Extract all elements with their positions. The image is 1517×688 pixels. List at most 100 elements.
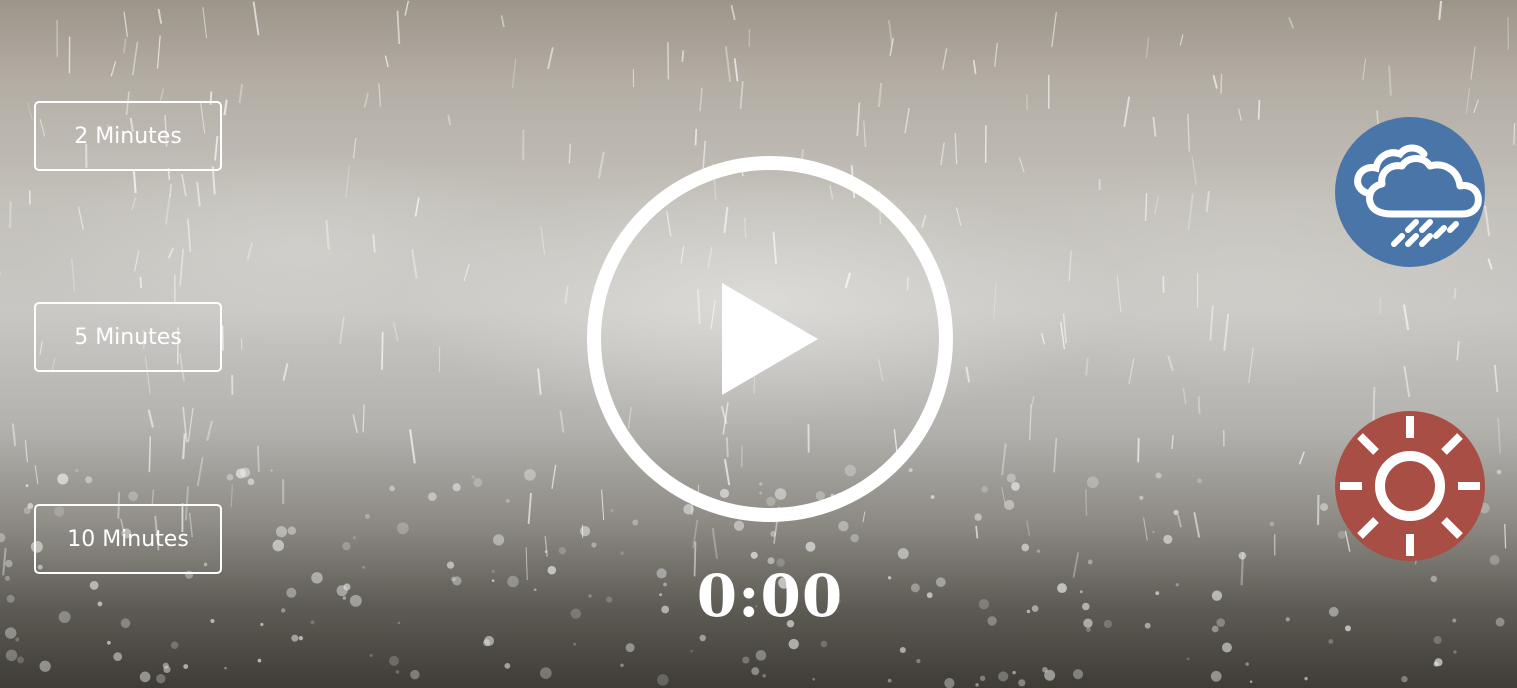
rain-streak (1223, 313, 1230, 351)
rain-streak (1144, 193, 1148, 222)
rain-streak (131, 41, 139, 76)
splash-droplet (428, 492, 437, 501)
rain-streak (551, 464, 557, 490)
splash-droplet (755, 650, 767, 661)
rain-streak (1403, 365, 1411, 398)
rain-streak (1487, 258, 1493, 270)
splash-droplet (89, 581, 99, 590)
rain-streak (1402, 304, 1410, 331)
splash-droplet (742, 656, 750, 664)
sun-sound-button[interactable] (1334, 410, 1486, 562)
splash-droplet (547, 565, 557, 575)
rain-streak (414, 197, 420, 217)
splash-droplet (493, 534, 505, 546)
rain-streak (71, 258, 76, 292)
splash-droplet (1086, 476, 1099, 489)
splash-droplet (210, 618, 215, 623)
splash-droplet (446, 561, 455, 569)
splash-droplet (15, 637, 20, 642)
splash-droplet (1155, 472, 1162, 479)
splash-droplet (257, 658, 262, 663)
splash-droplet (591, 542, 597, 548)
splash-droplet (1144, 622, 1151, 629)
rain-streak (1182, 387, 1187, 404)
rain-streak (711, 527, 719, 559)
rain-streak (994, 42, 998, 67)
rain-streak (1298, 451, 1305, 465)
splash-droplet (287, 526, 297, 535)
rain-streak (500, 15, 505, 28)
rain-streak (252, 1, 260, 36)
rain-streak (352, 137, 357, 159)
rain-streak (1187, 114, 1191, 152)
rain-streak (1212, 74, 1218, 89)
rain-sound-button[interactable] (1334, 116, 1486, 268)
rain-streak (196, 182, 201, 207)
rain-streak (134, 250, 140, 272)
splash-droplet (998, 671, 1009, 682)
splash-droplet (336, 585, 348, 597)
splash-droplet (1173, 509, 1179, 516)
splash-droplet (588, 594, 592, 598)
rain-streak (733, 58, 739, 82)
rain-streak (975, 525, 979, 539)
splash-droplet (820, 640, 828, 648)
rain-streak (363, 92, 369, 108)
rain-streak (667, 42, 670, 80)
five-minutes-button[interactable]: 5 Minutes (34, 302, 222, 372)
rain-streak (955, 207, 962, 227)
splash-droplet (1082, 602, 1090, 611)
splash-droplet (1011, 482, 1020, 491)
ten-minutes-button[interactable]: 10 Minutes (34, 504, 222, 574)
splash-droplet (310, 620, 315, 625)
rain-streak (1456, 341, 1460, 361)
splash-droplet (17, 656, 24, 664)
rain-streak (1143, 517, 1148, 541)
rain-streak (362, 404, 365, 433)
rain-streak (378, 83, 382, 107)
splash-droplet (473, 478, 483, 487)
splash-droplet (183, 664, 189, 669)
splash-droplet (298, 635, 304, 641)
splash-droplet (944, 678, 955, 688)
rain-streak (1504, 523, 1507, 549)
play-icon (587, 156, 953, 522)
rain-streak (122, 38, 127, 54)
splash-droplet (544, 550, 548, 553)
play-button[interactable] (586, 155, 954, 523)
splash-droplet (805, 541, 816, 552)
splash-droplet (1495, 617, 1505, 627)
rain-streak (877, 82, 883, 107)
splash-droplet (1401, 675, 1408, 683)
rain-streak (282, 363, 289, 381)
splash-droplet (226, 473, 234, 481)
rain-streak (34, 465, 39, 485)
rain-streak (1001, 486, 1006, 504)
rain-streak (1205, 190, 1211, 213)
rain-streak (954, 132, 958, 165)
splash-droplet (352, 536, 357, 540)
timer-display: 0:00 (696, 562, 844, 630)
splash-droplet (139, 671, 151, 683)
rain-streak (157, 8, 163, 24)
splash-droplet (1304, 676, 1308, 681)
rain-streak (206, 420, 213, 441)
rain-streak (202, 7, 208, 39)
rain-streak (447, 114, 452, 126)
rain-streak (537, 368, 542, 395)
splash-droplet (362, 565, 366, 569)
splash-droplet (106, 640, 111, 645)
rain-streak (559, 410, 565, 433)
splash-droplet (1433, 635, 1442, 645)
splash-droplet (1211, 625, 1219, 633)
splash-droplet (57, 473, 69, 485)
rain-streak (1085, 357, 1089, 376)
rain-streak (131, 197, 137, 210)
splash-droplet (491, 569, 495, 574)
splash-droplet (770, 530, 777, 537)
two-minutes-button[interactable]: 2 Minutes (34, 101, 222, 171)
splash-droplet (1238, 551, 1247, 560)
rain-streak (223, 99, 228, 116)
rain-streak (993, 284, 997, 319)
rain-streak (1018, 157, 1025, 173)
